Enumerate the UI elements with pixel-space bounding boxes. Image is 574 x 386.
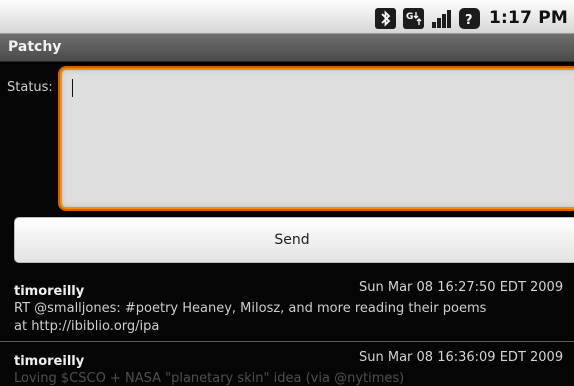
battery-icon: ? <box>459 7 481 29</box>
app-title: Patchy <box>8 39 62 55</box>
text-caret <box>72 79 73 97</box>
svg-text:?: ? <box>465 13 473 28</box>
tweet-author: timoreilly <box>14 354 85 369</box>
svg-text:G: G <box>406 12 413 22</box>
tweet-text-line: at http://ibiblio.org/ipa <box>14 319 160 334</box>
tweet-text-line: Loving $CSCO + NASA "planetary skin" ide… <box>14 371 405 386</box>
signal-icon <box>431 8 452 29</box>
timeline-list: timoreilly Sun Mar 08 16:27:50 EDT 2009 … <box>0 272 574 386</box>
clock: 1:17 PM <box>489 8 568 28</box>
status-input[interactable] <box>60 68 574 209</box>
bluetooth-icon <box>375 7 397 29</box>
app-title-bar: Patchy <box>0 34 574 62</box>
tweet-text-line: RT @smalljones: #poetry Heaney, Milosz, … <box>14 301 487 316</box>
tweet-date: Sun Mar 08 16:27:50 EDT 2009 <box>359 280 564 295</box>
tweet-author: timoreilly <box>14 284 85 299</box>
list-item[interactable]: timoreilly Sun Mar 08 16:36:09 EDT 2009 … <box>0 342 574 386</box>
send-button[interactable]: Send <box>14 217 574 263</box>
network-g-icon: G <box>403 7 425 29</box>
status-icons: G ? 1:17 PM <box>375 6 568 30</box>
status-label: Status: <box>7 80 53 95</box>
status-bar: G ? 1:17 PM <box>0 0 574 34</box>
list-item[interactable]: timoreilly Sun Mar 08 16:27:50 EDT 2009 … <box>0 272 574 342</box>
tweet-date: Sun Mar 08 16:36:09 EDT 2009 <box>359 350 564 365</box>
